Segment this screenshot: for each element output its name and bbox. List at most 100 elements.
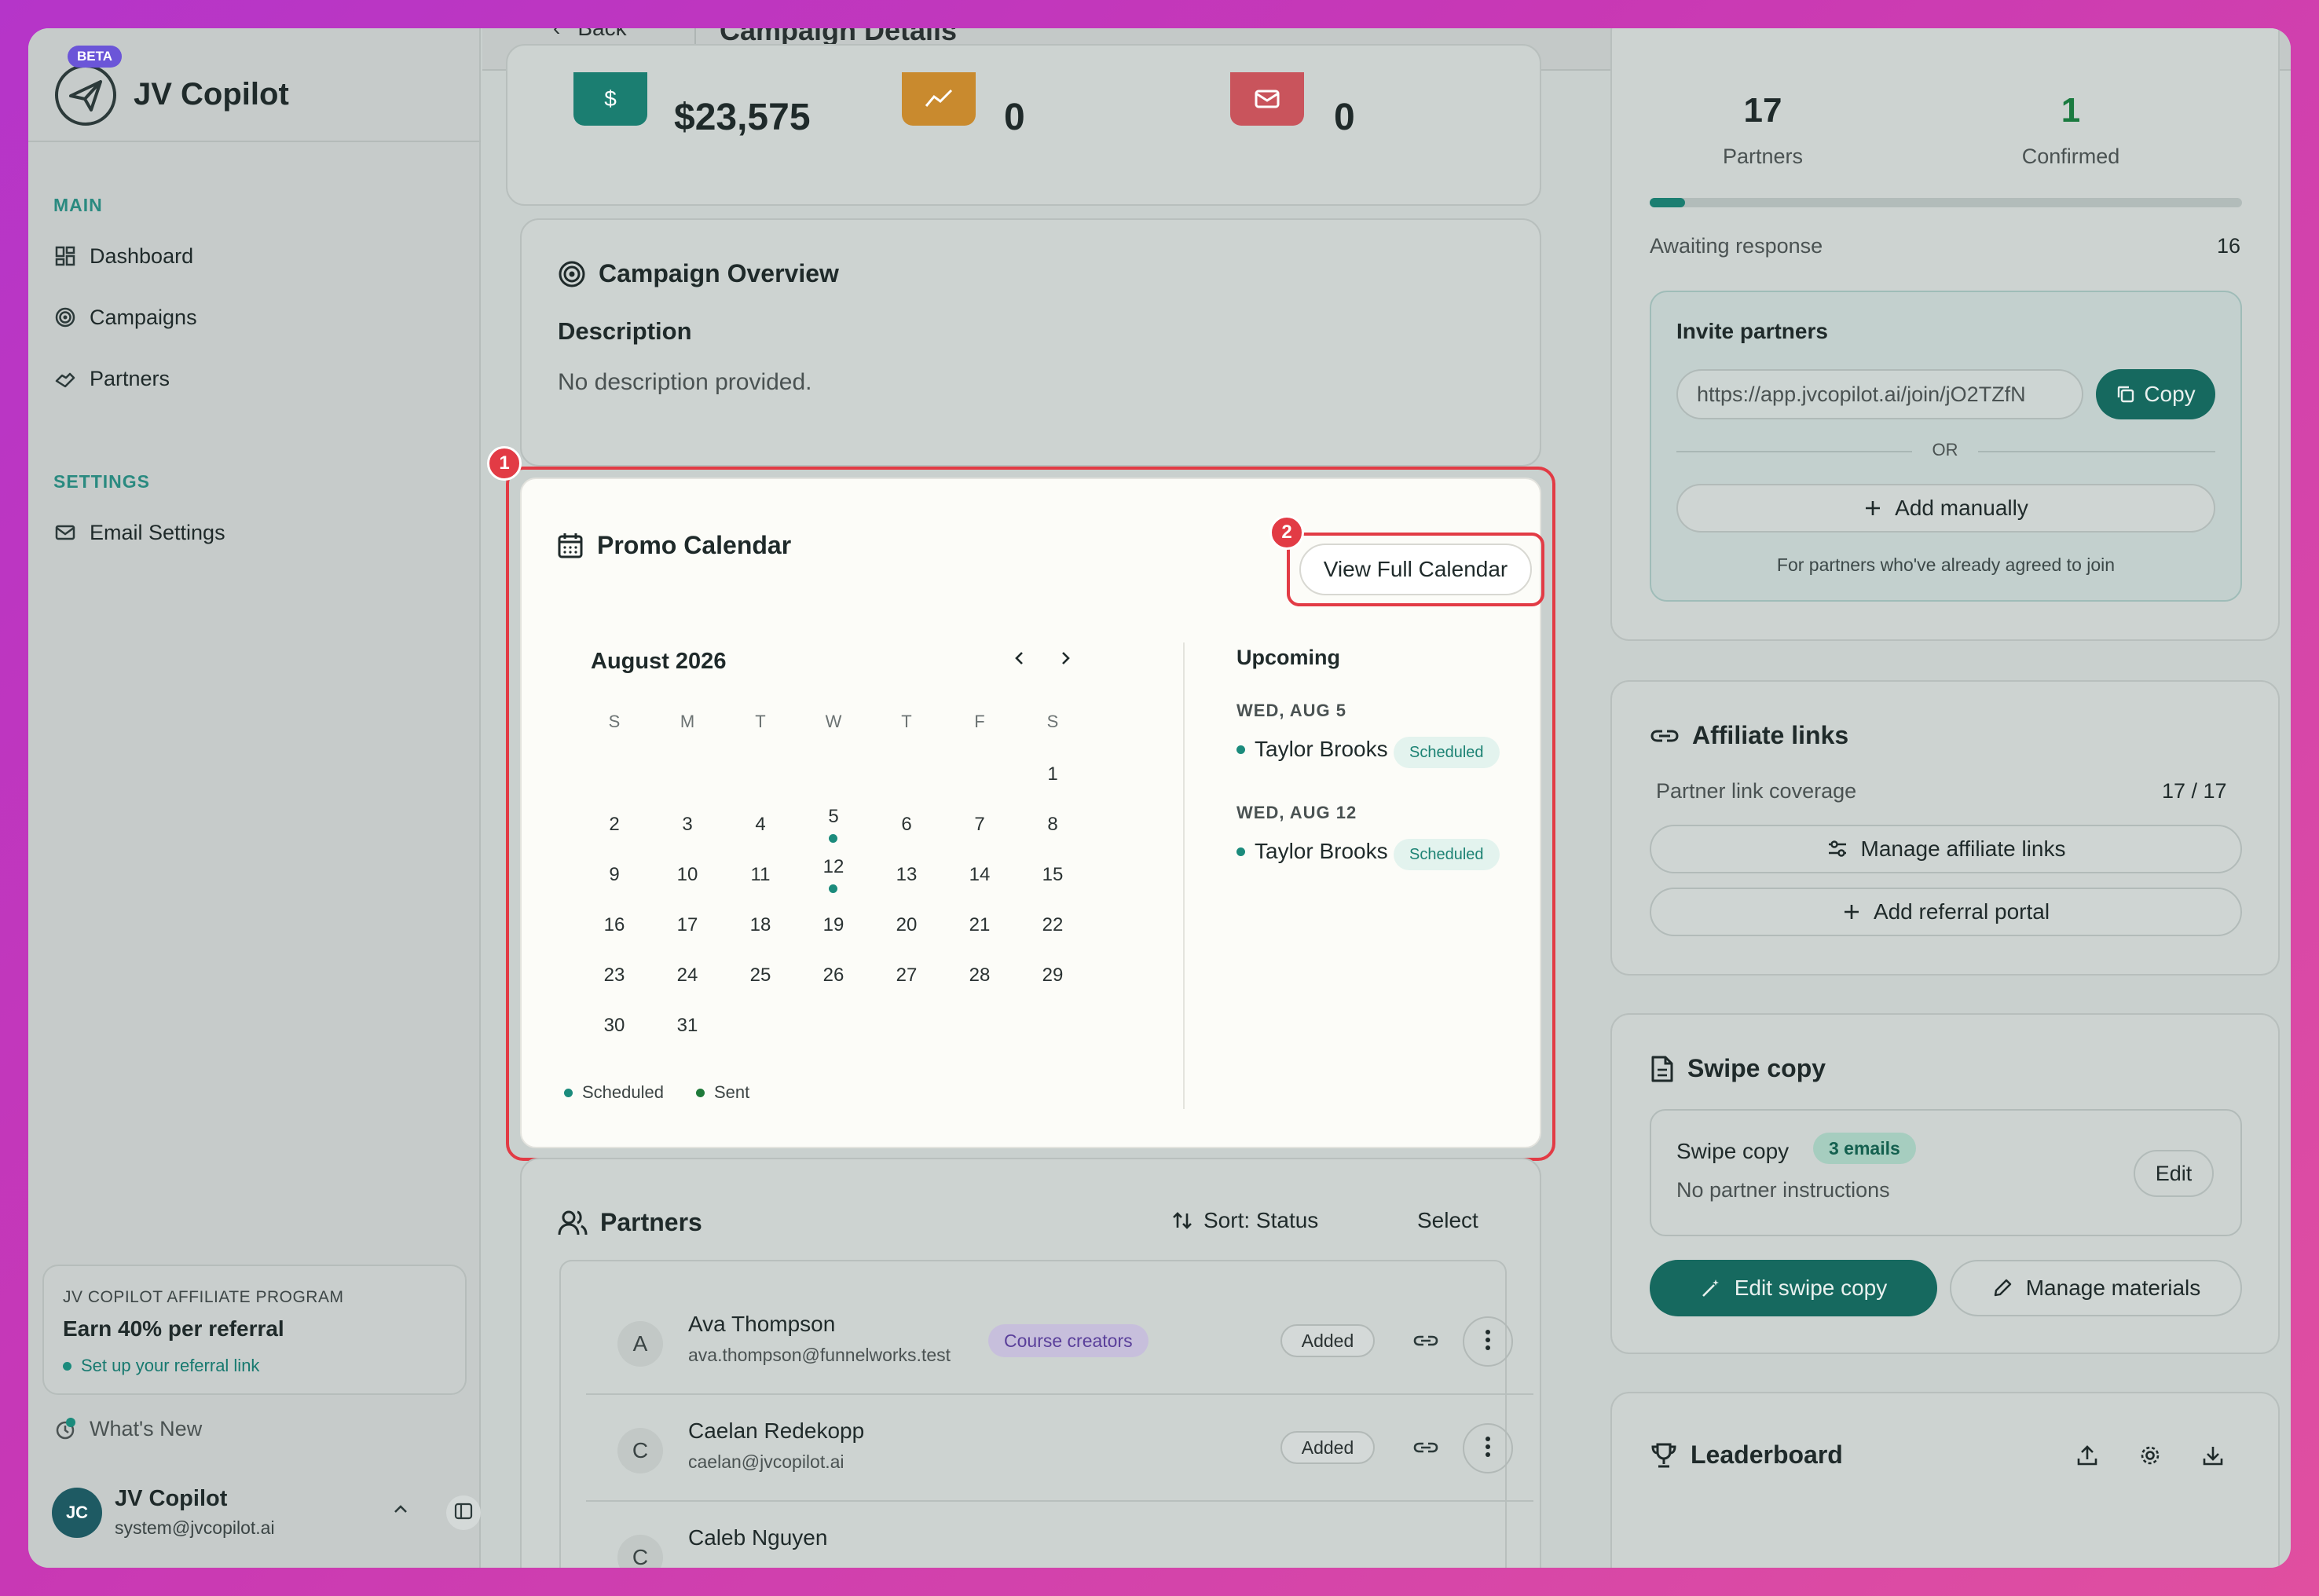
edit-button[interactable]: Edit xyxy=(2134,1150,2214,1197)
affiliate-links-label: Affiliate links xyxy=(1692,721,1849,749)
app-window: BETA JV Copilot MAIN Dashboard Campaigns… xyxy=(28,28,2291,1568)
sort-button[interactable]: Sort: Status xyxy=(1170,1208,1318,1233)
scheduled-dot xyxy=(1236,745,1245,754)
link-icon[interactable] xyxy=(1412,1329,1439,1356)
invite-url-field[interactable] xyxy=(1676,369,2083,419)
sidebar-toggle-button[interactable] xyxy=(446,1495,481,1530)
calendar-day[interactable]: 31 xyxy=(664,1015,711,1037)
sliders-icon xyxy=(1826,840,1848,858)
campaign-overview-card: Campaign Overview Description No descrip… xyxy=(520,218,1541,467)
calendar-day[interactable]: 7 xyxy=(956,814,1003,836)
manage-affiliate-links-label: Manage affiliate links xyxy=(1860,836,2066,861)
annotation-badge-1: 1 xyxy=(487,446,522,481)
section-main-label: MAIN xyxy=(53,195,103,215)
users-icon xyxy=(558,1209,588,1237)
calendar-day[interactable]: 16 xyxy=(591,914,638,936)
calendar-day[interactable]: 1 xyxy=(1029,763,1076,785)
calendar-day[interactable]: 11 xyxy=(737,864,784,886)
calendar-day[interactable]: 13 xyxy=(883,864,930,886)
user-menu[interactable]: JC JV Copilot system@jvcopilot.ai xyxy=(52,1481,481,1544)
calendar-day[interactable]: 17 xyxy=(664,914,711,936)
divider xyxy=(1978,451,2215,452)
edit-swipe-copy-label: Edit swipe copy xyxy=(1734,1276,1888,1300)
manage-affiliate-links-button[interactable]: Manage affiliate links xyxy=(1650,825,2242,873)
calendar-day[interactable]: 14 xyxy=(956,864,1003,886)
sidebar-item-dashboard[interactable]: Dashboard xyxy=(53,232,446,280)
calendar-day[interactable]: 10 xyxy=(664,864,711,886)
affiliate-program-title: Earn 40% per referral xyxy=(63,1316,284,1341)
legend-sent-label: Sent xyxy=(714,1082,750,1102)
upcoming-date: WED, AUG 12 xyxy=(1236,803,1357,822)
calendar-day[interactable]: 9 xyxy=(591,864,638,886)
sidebar-item-email-settings[interactable]: Email Settings xyxy=(53,509,446,556)
back-button[interactable]: ‹ Back xyxy=(553,28,627,41)
kebab-icon xyxy=(1485,1329,1491,1355)
calendar-day[interactable]: 15 xyxy=(1029,864,1076,886)
calendar-day[interactable]: 28 xyxy=(956,965,1003,987)
user-name: JV Copilot xyxy=(115,1486,228,1511)
panel-icon xyxy=(453,1501,474,1525)
calendar-day[interactable]: 18 xyxy=(737,914,784,936)
download-icon[interactable] xyxy=(2201,1444,2225,1471)
gear-icon[interactable] xyxy=(2138,1444,2162,1471)
table-row[interactable]: A Ava Thompson ava.thompson@funnelworks.… xyxy=(586,1288,1533,1395)
sidebar-item-campaigns[interactable]: Campaigns xyxy=(53,294,446,341)
upcoming-item[interactable]: Taylor Brooks xyxy=(1236,839,1388,864)
calendar-day[interactable]: 20 xyxy=(883,914,930,936)
calendar-day[interactable]: 8 xyxy=(1029,814,1076,836)
select-button[interactable]: Select xyxy=(1417,1208,1478,1233)
calendar-day[interactable]: 5 xyxy=(810,806,857,828)
chevron-right-icon xyxy=(1057,650,1074,671)
link-icon[interactable] xyxy=(1412,1436,1439,1463)
upcoming-item[interactable]: Taylor Brooks xyxy=(1236,737,1388,762)
copy-button[interactable]: Copy xyxy=(2096,369,2215,419)
calendar-day[interactable]: 21 xyxy=(956,914,1003,936)
status-badge: Added xyxy=(1280,1324,1375,1357)
upload-icon[interactable] xyxy=(2075,1444,2099,1471)
dollar-icon: $ xyxy=(573,72,647,126)
add-referral-portal-label: Add referral portal xyxy=(1873,899,2050,924)
table-row[interactable]: C Caelan Redekopp caelan@jvcopilot.ai Ad… xyxy=(586,1395,1533,1502)
trending-icon xyxy=(902,72,976,126)
avatar: A xyxy=(617,1321,663,1367)
add-referral-portal-button[interactable]: Add referral portal xyxy=(1650,888,2242,936)
edit-swipe-copy-button[interactable]: Edit swipe copy xyxy=(1650,1260,1937,1316)
beta-badge: BETA xyxy=(68,46,123,68)
calendar-day[interactable]: 6 xyxy=(883,814,930,836)
more-options-button[interactable] xyxy=(1463,1316,1513,1367)
calendar-day[interactable]: 27 xyxy=(883,965,930,987)
calendar-day[interactable]: 3 xyxy=(664,814,711,836)
add-manually-button[interactable]: Add manually xyxy=(1676,484,2215,533)
chevron-up-icon[interactable] xyxy=(391,1500,410,1523)
sidebar-item-label: Campaigns xyxy=(90,305,197,329)
next-month-button[interactable] xyxy=(1051,646,1079,674)
referral-link-setup[interactable]: Set up your referral link xyxy=(63,1356,259,1376)
calendar-day[interactable]: 29 xyxy=(1029,965,1076,987)
calendar-day[interactable]: 19 xyxy=(810,914,857,936)
table-row[interactable]: C Caleb Nguyen xyxy=(586,1502,1533,1568)
calendar-day[interactable]: 12 xyxy=(810,856,857,878)
brand[interactable]: BETA JV Copilot xyxy=(55,46,463,132)
prev-month-button[interactable] xyxy=(1006,646,1034,674)
sidebar-item-label: Dashboard xyxy=(90,243,194,268)
more-options-button[interactable] xyxy=(1463,1423,1513,1473)
progress-fill xyxy=(1650,198,1686,207)
avatar: JC xyxy=(52,1488,102,1538)
calendar-day[interactable]: 25 xyxy=(737,965,784,987)
whats-new-link[interactable]: What's New xyxy=(53,1417,202,1441)
partner-name: Caelan Redekopp xyxy=(688,1418,865,1443)
weekday-label: T xyxy=(901,712,912,731)
calendar-day[interactable]: 30 xyxy=(591,1015,638,1037)
view-full-calendar-button[interactable]: View Full Calendar xyxy=(1299,544,1532,595)
calendar-day[interactable]: 26 xyxy=(810,965,857,987)
scheduled-dot xyxy=(1236,847,1245,856)
calendar-day[interactable]: 2 xyxy=(591,814,638,836)
manage-materials-button[interactable]: Manage materials xyxy=(1950,1260,2242,1316)
calendar-day[interactable]: 4 xyxy=(737,814,784,836)
sidebar-item-partners[interactable]: Partners xyxy=(53,355,446,402)
description-label: Description xyxy=(558,317,692,345)
calendar-day[interactable]: 23 xyxy=(591,965,638,987)
calendar-day[interactable]: 24 xyxy=(664,965,711,987)
segment-tag: Course creators xyxy=(988,1324,1149,1357)
calendar-day[interactable]: 22 xyxy=(1029,914,1076,936)
